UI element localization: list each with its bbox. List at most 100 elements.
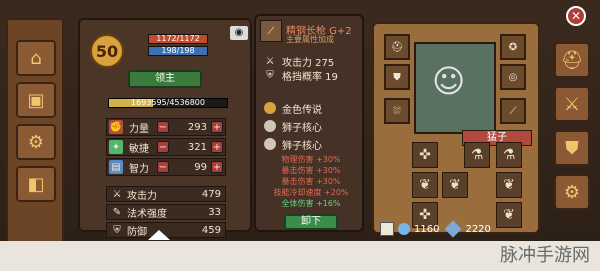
unequip-button[interactable]: 卸下: [284, 214, 338, 230]
right-button-settings[interactable]: ⚙: [554, 174, 590, 210]
hero-equipment-panel: ⛑ ⛊ ⛆ ☺ 猛子 ✪ ◎ ⟋ ✜ ⚗ ⚗ ❦ ❦ ❦ ✜ ❦: [372, 22, 540, 234]
attribute-row: ✎ 法术强度 33: [106, 204, 226, 220]
attribute-row: ⛨ 防御 459: [106, 222, 226, 238]
plus-button[interactable]: +: [211, 121, 223, 133]
inventory-slot[interactable]: ❦: [412, 172, 438, 198]
inventory-slot[interactable]: ⚗: [496, 142, 522, 168]
talent-row: 狮子核心: [264, 136, 358, 152]
cross-swords-icon: ⚔: [563, 93, 581, 115]
lantern-icon: [264, 102, 276, 114]
equip-slot-helmet[interactable]: ⛑: [384, 34, 410, 60]
sidebar-button-bag[interactable]: ⌂: [16, 40, 56, 76]
plus-button[interactable]: +: [211, 141, 223, 153]
right-button-armor[interactable]: ⛊: [554, 130, 590, 166]
gem-icon: [444, 220, 462, 238]
equip-slot-armor[interactable]: ⛊: [384, 64, 410, 90]
gear-icon: ⚙: [563, 181, 581, 203]
blue-orb-icon: [398, 223, 410, 235]
amulet-icon: ✪: [508, 41, 518, 53]
item-stats: ⚔ 攻击力 275 ⛨ 格挡概率 19: [264, 54, 358, 83]
talent-label: 狮子核心: [282, 122, 322, 134]
potion-icon: ⚗: [502, 147, 516, 163]
stat-value: 293: [187, 121, 207, 133]
boots-icon: ⛆: [393, 105, 401, 117]
mp-bar: 198/198: [148, 46, 208, 56]
equip-slot-amulet[interactable]: ✪: [500, 34, 526, 60]
talent-label: 狮子核心: [282, 140, 322, 152]
sidebar-button-gear[interactable]: ⚙: [16, 124, 56, 160]
resource-value-left: 1160: [414, 223, 440, 235]
bonus-row: 物理伤害 +30%: [281, 155, 341, 164]
feather-icon: ❦: [449, 177, 461, 193]
attr-label: 攻击力: [127, 190, 157, 202]
armor-icon: ⛊: [393, 71, 401, 83]
exp-bar: 1693595/4536800: [108, 98, 228, 108]
minus-button[interactable]: −: [157, 141, 169, 153]
inventory-slot[interactable]: ✜: [412, 142, 438, 168]
stat-label: 敏捷: [129, 143, 149, 155]
right-button-hero[interactable]: ⛑: [554, 42, 590, 78]
talent-row: 狮子核心: [264, 118, 358, 134]
stat-value: 321: [187, 141, 207, 153]
armor-icon: ⛊: [565, 137, 579, 159]
item-stat-row: ⚔ 攻击力 275: [264, 54, 358, 69]
talent-label: 金色传说: [282, 104, 322, 116]
attr-label: 法术强度: [127, 208, 167, 220]
lion-icon: [264, 120, 276, 132]
plus-button[interactable]: +: [211, 161, 223, 173]
sword-icon: ⚔: [112, 188, 122, 200]
fist-icon: ✊: [109, 120, 123, 134]
item-subtitle: 主要属性加成: [286, 35, 334, 44]
stat-strength: ✊ 力量 − 293 +: [106, 118, 226, 136]
feather-icon: ❦: [503, 177, 515, 193]
hero-portrait: ☺ 猛子: [414, 42, 532, 146]
attribute-list: ⚔ 攻击力 479 ✎ 法术强度 33 ⛨ 防御 459: [106, 186, 226, 240]
item-stat-text: 格挡概率 19: [282, 71, 338, 83]
attribute-row: ⚔ 攻击力 479: [106, 186, 226, 202]
bag-icon: ⌂: [30, 47, 42, 69]
inventory-slot[interactable]: ❦: [442, 172, 468, 198]
minus-button[interactable]: −: [157, 121, 169, 133]
chest-icon: ▣: [27, 89, 45, 111]
equip-slot-boots[interactable]: ⛆: [384, 98, 410, 124]
ring-icon: ◎: [508, 71, 518, 83]
inventory-slot[interactable]: ❦: [496, 172, 522, 198]
sidebar-button-map[interactable]: ◧: [16, 166, 56, 202]
sword-icon: ⚔: [265, 55, 275, 67]
inventory-slot[interactable]: ⚗: [464, 142, 490, 168]
talent-list: 金色传说 狮子核心 狮子核心: [264, 100, 358, 154]
bonus-row: 技能冷却速度 +20%: [273, 188, 349, 197]
map-icon: ◧: [27, 173, 45, 195]
close-button[interactable]: ✕: [566, 6, 586, 26]
spear-icon: ⟋: [509, 105, 517, 117]
item-stat-text: 攻击力 275: [282, 57, 335, 69]
equip-slot-ring[interactable]: ◎: [500, 64, 526, 90]
right-button-skills[interactable]: ⚔: [554, 86, 590, 122]
feather-icon: ❦: [419, 177, 431, 193]
attr-value: 459: [201, 224, 221, 236]
bonus-row: 暴击伤害 +30%: [281, 166, 341, 175]
right-sidebar: ⛑ ⚔ ⛊ ⚙: [550, 42, 594, 228]
game-screen: ⌂ ▣ ⚙ ◧ 50 1172/1172 198/198 ◉ 领主 169359…: [0, 0, 600, 271]
equip-slot-weapon[interactable]: ⟋: [500, 98, 526, 124]
resource-box-icon: [380, 222, 394, 236]
sidebar-button-inventory[interactable]: ▣: [16, 82, 56, 118]
resource-bar: 1160 2220: [380, 220, 590, 238]
wand-icon: ✎: [112, 206, 122, 218]
item-panel: ⟋ 精钢长枪 G+2 主要属性加成 ⚔ 攻击力 275 ⛨ 格挡概率 19 金色…: [254, 14, 364, 232]
helmet-icon: ⛑: [390, 41, 404, 53]
stat-label: 力量: [129, 123, 149, 135]
hp-bar: 1172/1172: [148, 34, 208, 44]
stat-agility: ✦ 敏捷 − 321 +: [106, 138, 226, 156]
potion-icon: ⚗: [470, 147, 484, 163]
inventory-grid: ✜ ⚗ ⚗ ❦ ❦ ❦ ✜ ❦: [412, 142, 532, 230]
camera-icon[interactable]: ◉: [230, 26, 248, 40]
character-panel: 50 1172/1172 198/198 ◉ 领主 1693595/453680…: [78, 18, 252, 238]
title-button[interactable]: 领主: [128, 70, 202, 88]
lion-icon: [264, 138, 276, 150]
minus-button[interactable]: −: [157, 161, 169, 173]
talent-row: 金色传说: [264, 100, 358, 116]
stat-label: 智力: [129, 163, 149, 175]
watermark-text: 脉冲手游网: [500, 245, 590, 266]
shield-icon: ⛨: [266, 69, 274, 81]
